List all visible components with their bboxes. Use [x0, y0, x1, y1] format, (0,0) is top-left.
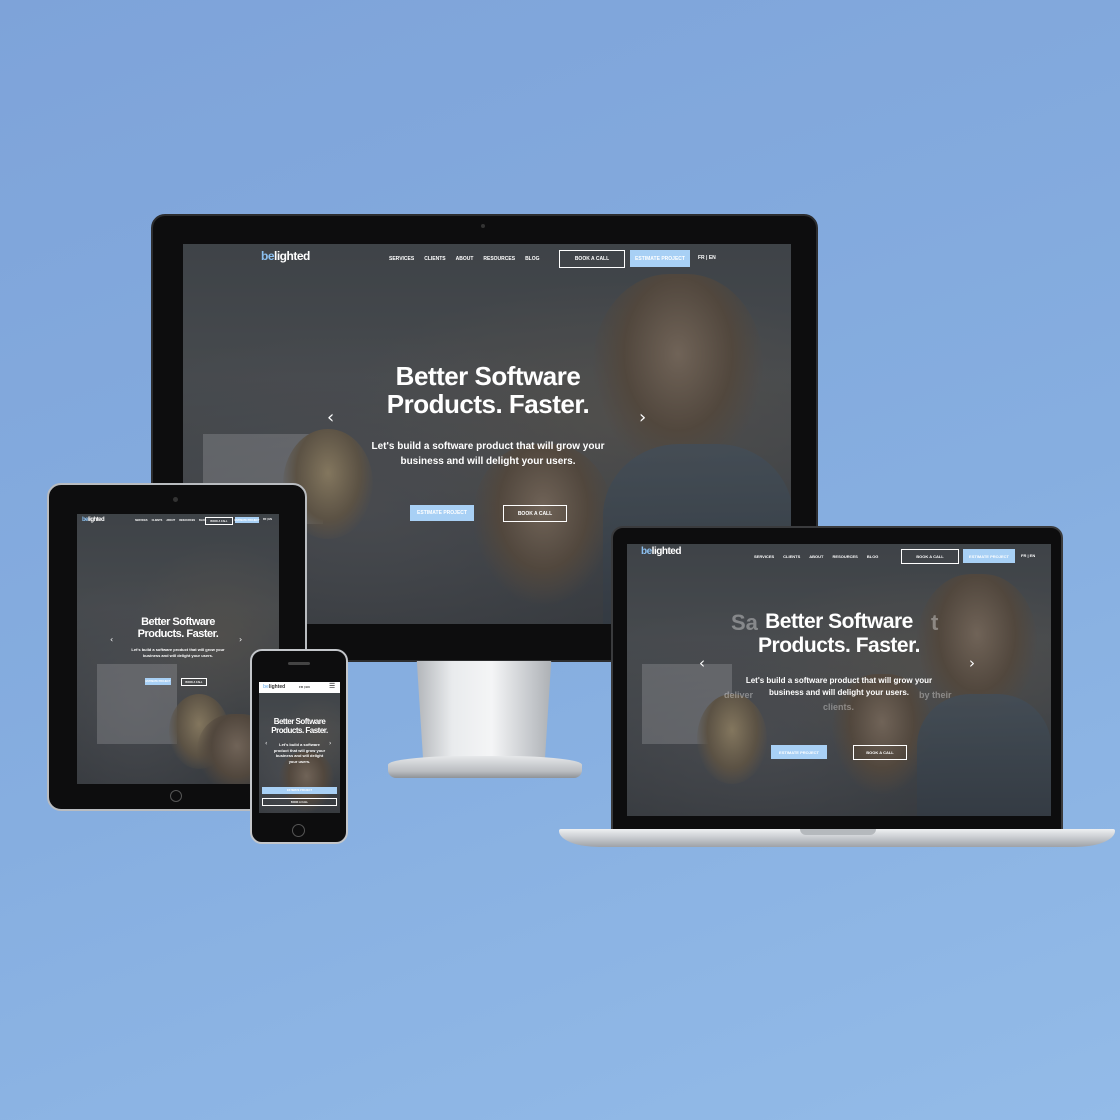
- laptop-hero-subtitle: Let's build a software product that will…: [745, 676, 933, 697]
- tablet-hero-estimate-button[interactable]: ESTIMATE PROJECT: [145, 678, 171, 685]
- language-switch[interactable]: FR | EN: [698, 255, 716, 261]
- tablet-screen: belighted SERVICES CLIENTS ABOUT RESOURC…: [77, 514, 279, 784]
- menu-icon[interactable]: ☰: [329, 682, 335, 690]
- laptop-estimate-button[interactable]: ESTIMATE PROJECT: [963, 549, 1015, 563]
- tablet-logo[interactable]: belighted: [82, 517, 105, 523]
- laptop-hero-estimate-button[interactable]: ESTIMATE PROJECT: [771, 745, 827, 759]
- hero-title: Better Software Products. Faster.: [386, 361, 590, 419]
- book-call-button[interactable]: BOOK A CALL: [559, 250, 625, 268]
- laptop-nav-about[interactable]: ABOUT: [809, 554, 823, 559]
- laptop-nav-resources[interactable]: RESOURCES: [833, 554, 858, 559]
- phone-screen: belighted FR | EN ☰ Better Software Prod…: [259, 682, 340, 813]
- tablet-home-button[interactable]: [170, 790, 182, 802]
- laptop-book-call-button[interactable]: BOOK A CALL: [901, 549, 959, 564]
- laptop-logo[interactable]: belighted: [641, 546, 681, 557]
- laptop-nav-blog[interactable]: BLOG: [867, 554, 879, 559]
- phone-hero-book-button[interactable]: BOOK A CALL: [262, 798, 337, 806]
- phone-home-button[interactable]: [292, 824, 305, 837]
- hero-book-button[interactable]: BOOK A CALL: [503, 505, 567, 522]
- ghost-sub-line3: clients.: [823, 702, 855, 712]
- tablet-nav: SERVICES CLIENTS ABOUT RESOURCES BLOG: [135, 519, 206, 522]
- prev-slide-arrow[interactable]: ‹: [327, 407, 334, 428]
- tablet-next-arrow[interactable]: ›: [239, 635, 242, 644]
- nav-clients[interactable]: CLIENTS: [424, 256, 445, 262]
- tablet-nav-resources[interactable]: RESOURCES: [179, 519, 195, 522]
- laptop-nav: SERVICES CLIENTS ABOUT RESOURCES BLOG: [754, 554, 878, 559]
- laptop-hero-title: Better Software Products. Faster.: [758, 610, 920, 657]
- nav-resources[interactable]: RESOURCES: [483, 256, 515, 262]
- hero-estimate-button[interactable]: ESTIMATE PROJECT: [410, 505, 474, 521]
- tablet-hero-book-button[interactable]: BOOK A CALL: [181, 678, 207, 686]
- phone-speaker: [288, 662, 310, 665]
- main-nav: SERVICES CLIENTS ABOUT RESOURCES BLOG: [389, 256, 540, 262]
- tablet-nav-services[interactable]: SERVICES: [135, 519, 148, 522]
- phone-next-arrow[interactable]: ›: [329, 740, 331, 747]
- next-slide-arrow[interactable]: ›: [639, 407, 646, 428]
- laptop-nav-clients[interactable]: CLIENTS: [783, 554, 800, 559]
- laptop-language-switch[interactable]: FR | EN: [1021, 553, 1035, 558]
- tablet-prev-arrow[interactable]: ‹: [110, 635, 113, 644]
- phone-device: belighted FR | EN ☰ Better Software Prod…: [250, 649, 348, 844]
- phone-hero-subtitle: Let's build a software product that will…: [273, 742, 326, 764]
- estimate-project-button[interactable]: ESTIMATE PROJECT: [630, 250, 690, 267]
- monitor-base: [388, 756, 582, 778]
- monitor-camera: [481, 224, 485, 228]
- phone-language-switch[interactable]: FR | EN: [299, 685, 310, 689]
- laptop-hero-book-button[interactable]: BOOK A CALL: [853, 745, 907, 760]
- nav-blog[interactable]: BLOG: [525, 256, 539, 262]
- phone-logo[interactable]: belighted: [263, 684, 285, 690]
- monitor-stand: [416, 661, 552, 761]
- tablet-nav-about[interactable]: ABOUT: [166, 519, 175, 522]
- tablet-hero-subtitle: Let's build a software product that will…: [131, 647, 225, 658]
- laptop-next-arrow[interactable]: ›: [969, 654, 975, 672]
- tablet-language-switch[interactable]: FR | EN: [263, 518, 272, 521]
- hero-subtitle: Let's build a software product that will…: [371, 441, 605, 467]
- tablet-hero-title: Better Software Products. Faster.: [137, 616, 219, 640]
- laptop-nav-services[interactable]: SERVICES: [754, 554, 774, 559]
- tablet-book-call-button[interactable]: BOOK A CALL: [205, 517, 233, 525]
- nav-about[interactable]: ABOUT: [456, 256, 474, 262]
- tablet-estimate-button[interactable]: ESTIMATE PROJECT: [235, 517, 259, 523]
- tablet-camera: [173, 497, 178, 502]
- laptop-screen: belighted SERVICES CLIENTS ABOUT RESOURC…: [627, 544, 1051, 816]
- phone-hero-estimate-button[interactable]: ESTIMATE PROJECT: [262, 787, 337, 794]
- laptop-device: belighted SERVICES CLIENTS ABOUT RESOURC…: [611, 526, 1063, 831]
- phone-hero-title: Better Software Products. Faster.: [271, 717, 328, 735]
- nav-services[interactable]: SERVICES: [389, 256, 414, 262]
- phone-prev-arrow[interactable]: ‹: [265, 740, 267, 747]
- tablet-nav-clients[interactable]: CLIENTS: [152, 519, 163, 522]
- logo[interactable]: belighted: [261, 249, 310, 263]
- laptop-prev-arrow[interactable]: ‹: [699, 654, 705, 672]
- laptop-notch: [800, 829, 876, 835]
